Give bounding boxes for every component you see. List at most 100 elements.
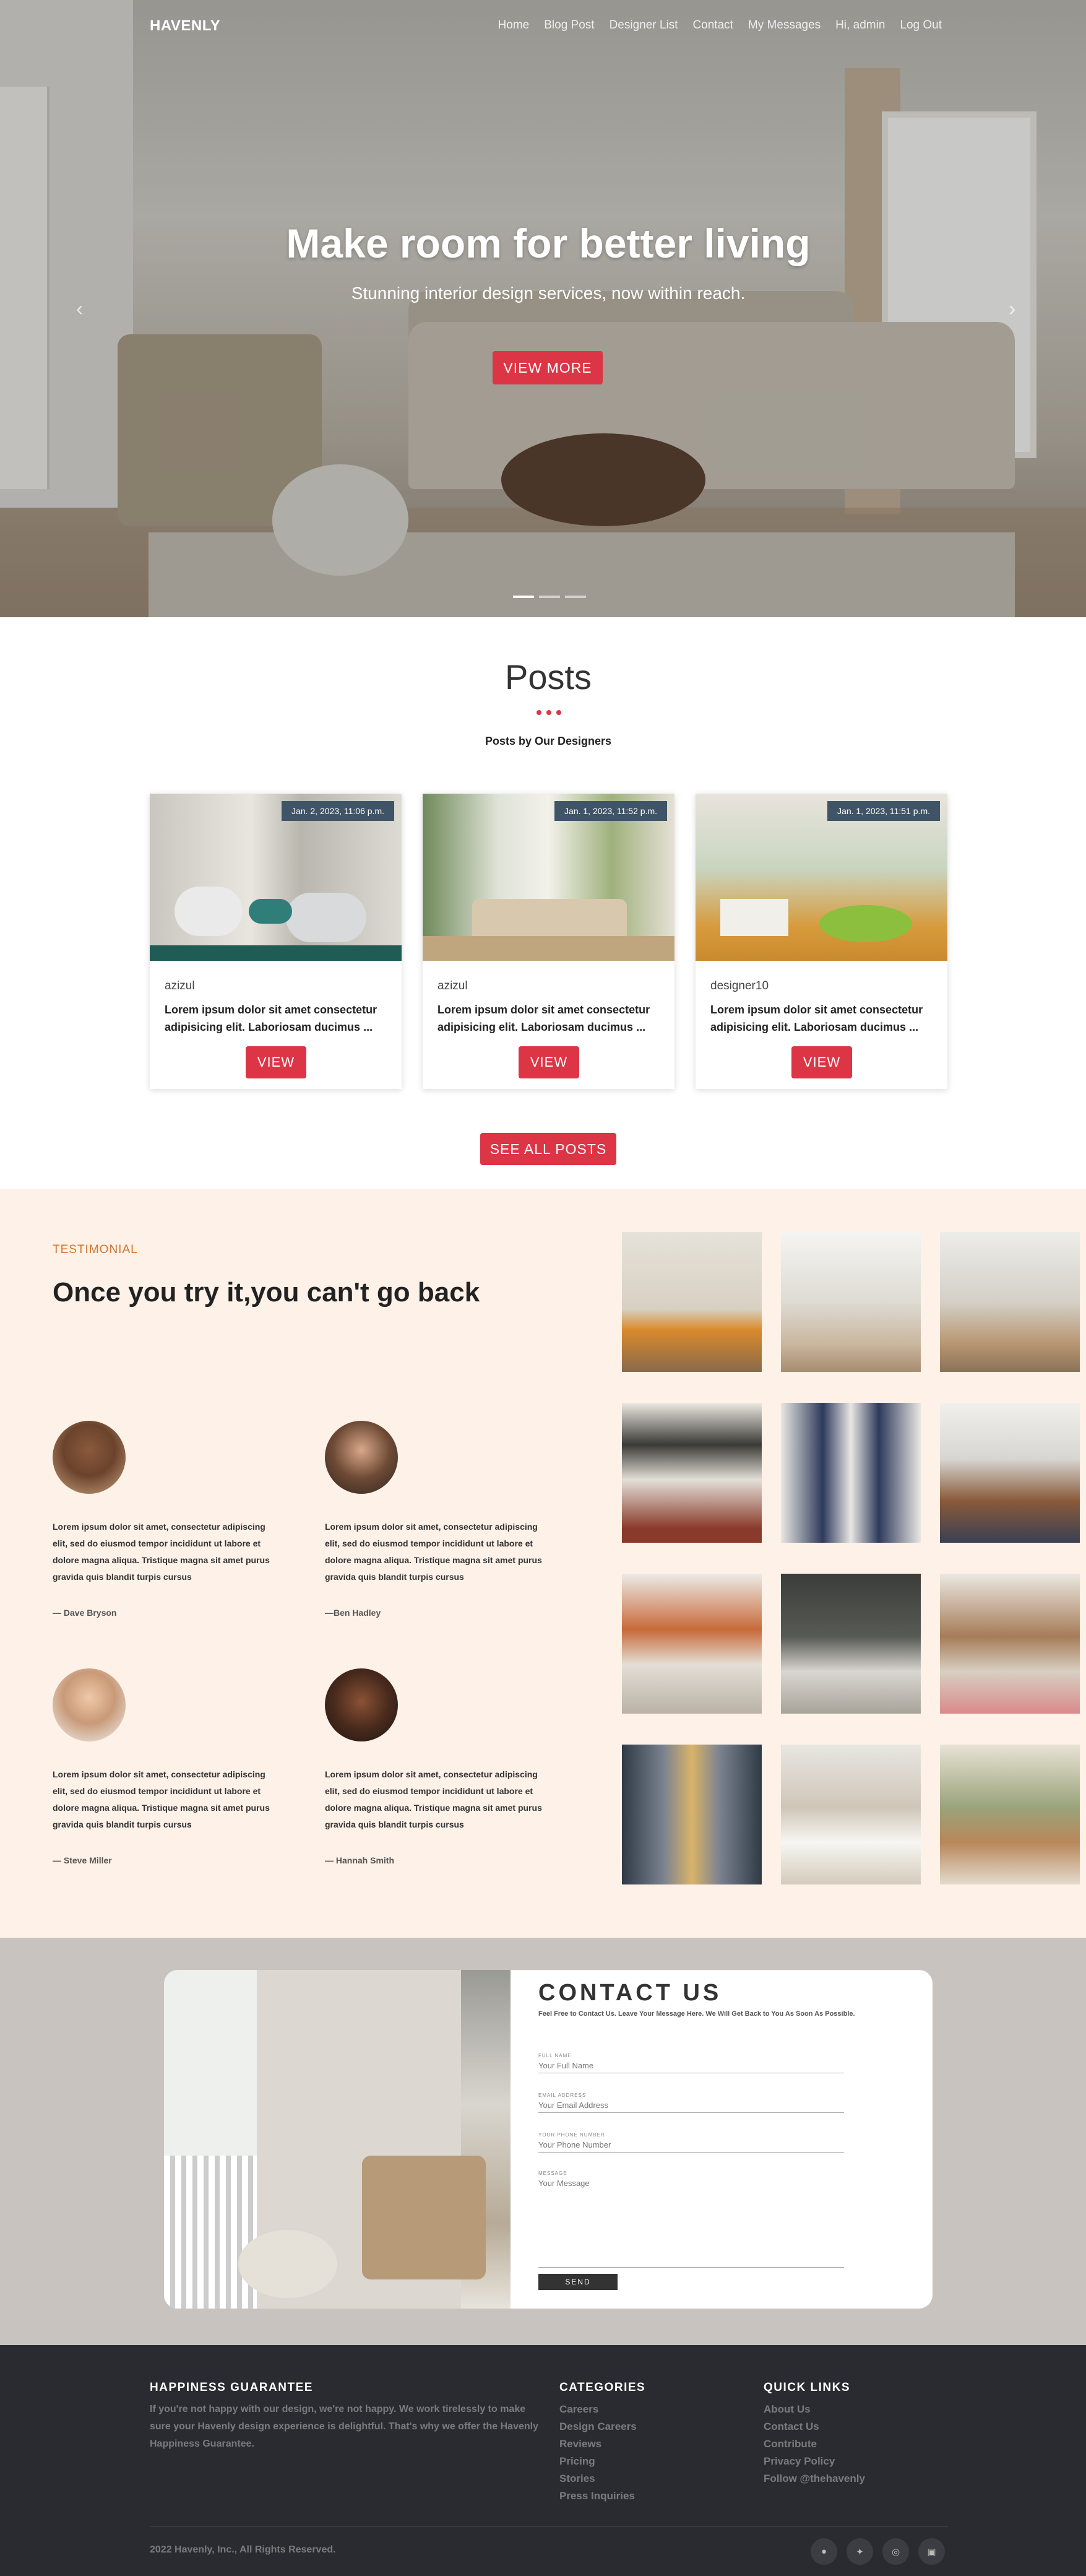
testimonial-heading: Once you try it,you can't go back [53, 1277, 480, 1308]
carousel-indicator[interactable] [513, 596, 534, 598]
testimonial-author: — Steve Miller [53, 1855, 112, 1865]
nav-blog-post[interactable]: Blog Post [544, 19, 594, 32]
testimonial-quote: Lorem ipsum dolor sit amet, consectetur … [53, 1522, 270, 1582]
carousel-indicator[interactable] [539, 596, 560, 598]
avatar [325, 1668, 398, 1741]
brand-logo[interactable]: HAVENLY [150, 17, 220, 35]
footer-link-about[interactable]: About Us [764, 2401, 865, 2418]
testimonial-author: —Ben Hadley [325, 1608, 381, 1618]
footer-link-stories[interactable]: Stories [559, 2470, 645, 2487]
nav-designer-list[interactable]: Designer List [610, 19, 678, 32]
footer-link-design-careers[interactable]: Design Careers [559, 2418, 645, 2435]
contact-image [164, 1970, 511, 2309]
footer: HAPPINESS GUARANTEE If you're not happy … [0, 2345, 1086, 2576]
footer-link-press[interactable]: Press Inquiries [559, 2487, 645, 2505]
testimonial-section: TESTIMONIAL Once you try it,you can't go… [0, 1189, 1086, 1938]
gallery-image[interactable] [622, 1745, 762, 1884]
testimonial-quote: Lorem ipsum dolor sit amet, consectetur … [325, 1769, 542, 1829]
posts-title: Posts [504, 657, 592, 696]
testimonial-author: — Dave Bryson [53, 1608, 117, 1618]
phone-input[interactable] [538, 2138, 844, 2153]
carousel-indicators [513, 596, 586, 598]
gallery-image[interactable] [781, 1574, 921, 1714]
gallery-image[interactable] [940, 1232, 1080, 1372]
social-links: ● ✦ ◎ ▣ [811, 2538, 945, 2565]
email-field: EMAIL ADDRESS [538, 2092, 844, 2113]
linkedin-icon[interactable]: ▣ [918, 2538, 945, 2565]
post-card: Jan. 1, 2023, 11:51 p.m. designer10 Lore… [696, 794, 947, 1089]
view-more-button[interactable]: VIEW MORE [493, 351, 603, 384]
categories-title: CATEGORIES [559, 2381, 646, 2394]
testimonial-quote: Lorem ipsum dolor sit amet, consectetur … [325, 1522, 542, 1582]
view-post-button[interactable]: VIEW [246, 1046, 306, 1078]
see-all-posts-button[interactable]: SEE ALL POSTS [480, 1133, 616, 1165]
contact-title: CONTACT US [538, 1980, 722, 2006]
full-name-label: FULL NAME [538, 2053, 572, 2058]
hero-subtitle: Stunning interior design services, now w… [351, 284, 746, 303]
navbar: HAVENLY Home Blog Post Designer List Con… [0, 0, 1086, 51]
nav-logout[interactable]: Log Out [900, 19, 942, 32]
footer-quick-links: QUICK LINKS About Us Contact Us Contribu… [764, 2381, 865, 2487]
guarantee-text: If you're not happy with our design, we'… [150, 2404, 538, 2449]
post-image: Jan. 1, 2023, 11:51 p.m. [696, 794, 947, 961]
footer-link-pricing[interactable]: Pricing [559, 2453, 645, 2470]
contact-card: CONTACT US Feel Free to Contact Us. Leav… [164, 1970, 933, 2309]
post-image: Jan. 2, 2023, 11:06 p.m. [150, 794, 402, 961]
gallery-image[interactable] [781, 1232, 921, 1372]
posts-section: Posts Posts by Our Designers Jan. 2, 202… [0, 617, 1086, 1189]
footer-link-careers[interactable]: Careers [559, 2401, 645, 2418]
footer-guarantee: HAPPINESS GUARANTEE If you're not happy … [150, 2381, 546, 2453]
nav-my-messages[interactable]: My Messages [748, 19, 821, 32]
footer-link-contact[interactable]: Contact Us [764, 2418, 865, 2435]
testimonial-card: Lorem ipsum dolor sit amet, consectetur … [325, 1668, 554, 1865]
post-date-badge: Jan. 1, 2023, 11:52 p.m. [554, 801, 667, 821]
post-date-badge: Jan. 1, 2023, 11:51 p.m. [827, 801, 940, 821]
post-author: azizul [165, 979, 195, 992]
testimonial-quote: Lorem ipsum dolor sit amet, consectetur … [53, 1769, 270, 1829]
view-post-button[interactable]: VIEW [791, 1046, 852, 1078]
dribbble-icon[interactable]: ◎ [882, 2538, 909, 2565]
nav-contact[interactable]: Contact [692, 19, 733, 32]
message-input[interactable] [538, 2176, 844, 2268]
post-date-badge: Jan. 2, 2023, 11:06 p.m. [282, 801, 394, 821]
twitter-icon[interactable]: ✦ [847, 2538, 873, 2565]
gallery-image[interactable] [622, 1232, 762, 1372]
phone-label: YOUR PHONE NUMBER [538, 2132, 605, 2138]
github-icon[interactable]: ● [811, 2538, 837, 2565]
testimonial-card: Lorem ipsum dolor sit amet, consectetur … [53, 1421, 282, 1618]
footer-categories: CATEGORIES Careers Design Careers Review… [559, 2381, 645, 2505]
gallery-image[interactable] [622, 1574, 762, 1714]
nav-user-greeting[interactable]: Hi, admin [835, 19, 885, 32]
message-label: MESSAGE [538, 2171, 567, 2176]
email-input[interactable] [538, 2098, 844, 2113]
avatar [53, 1421, 126, 1494]
testimonial-author: — Hannah Smith [325, 1855, 395, 1865]
carousel-indicator[interactable] [565, 596, 586, 598]
gallery-image[interactable] [940, 1574, 1080, 1714]
quick-links-title: QUICK LINKS [764, 2381, 850, 2394]
full-name-field: FULL NAME [538, 2053, 844, 2073]
post-image: Jan. 1, 2023, 11:52 p.m. [423, 794, 674, 961]
gallery-image[interactable] [622, 1403, 762, 1543]
footer-link-privacy[interactable]: Privacy Policy [764, 2453, 865, 2470]
send-button[interactable]: SEND [538, 2274, 618, 2290]
post-author: azizul [437, 979, 468, 992]
full-name-input[interactable] [538, 2058, 844, 2073]
nav-links: Home Blog Post Designer List Contact My … [498, 19, 942, 32]
footer-link-follow[interactable]: Follow @thehavenly [764, 2470, 865, 2487]
footer-link-reviews[interactable]: Reviews [559, 2435, 645, 2453]
gallery-image[interactable] [781, 1745, 921, 1884]
view-post-button[interactable]: VIEW [519, 1046, 579, 1078]
gallery-image[interactable] [940, 1745, 1080, 1884]
post-author: designer10 [710, 979, 769, 992]
nav-home[interactable]: Home [498, 19, 530, 32]
gallery-image[interactable] [940, 1403, 1080, 1543]
hero-carousel: HAVENLY Home Blog Post Designer List Con… [0, 0, 1086, 617]
phone-field: YOUR PHONE NUMBER [538, 2132, 844, 2153]
email-label: EMAIL ADDRESS [538, 2092, 587, 2098]
hero-title: Make room for better living [286, 220, 811, 266]
hero-overlay [0, 0, 1086, 617]
copyright: 2022 Havenly, Inc., All Rights Reserved. [150, 2544, 336, 2555]
gallery-image[interactable] [781, 1403, 921, 1543]
footer-link-contribute[interactable]: Contribute [764, 2435, 865, 2453]
